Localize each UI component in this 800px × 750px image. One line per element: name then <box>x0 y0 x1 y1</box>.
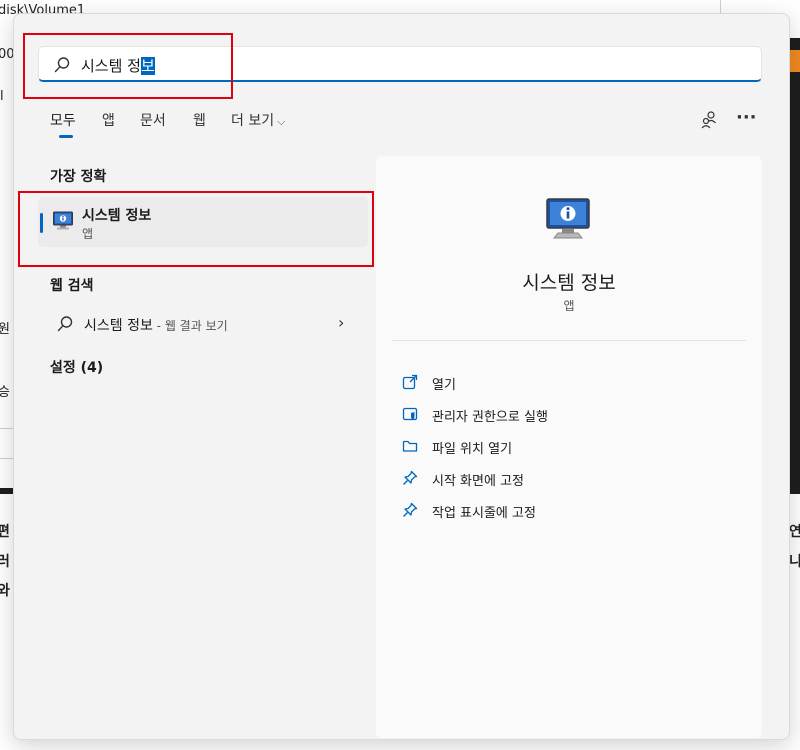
search-panel: 시스템 정보 모두 앱 문서 웹 더 보기 ⌵ ··· 가장 정확 시스템 정보… <box>13 13 790 740</box>
action-label: 시작 화면에 고정 <box>432 474 524 489</box>
tab-documents[interactable]: 문서 <box>140 110 166 130</box>
open-icon <box>402 374 418 390</box>
search-query-text: 시스템 정 <box>81 57 141 75</box>
bg-fragment: 원 <box>0 322 10 337</box>
chevron-down-icon: ⌵ <box>277 115 286 128</box>
detail-divider <box>392 340 746 341</box>
action-label: 관리자 권한으로 실행 <box>432 410 548 425</box>
bg-fragment: 편 <box>0 524 10 540</box>
best-match-subtitle: 앱 <box>82 227 94 241</box>
bg-fragment: 니 <box>789 554 800 570</box>
shield-icon <box>402 407 418 421</box>
web-search-suffix: - 웹 결과 보기 <box>152 319 228 333</box>
action-open[interactable]: 열기 <box>402 372 742 394</box>
web-search-query: 시스템 정보 <box>84 318 153 334</box>
settings-header[interactable]: 설정 (4) <box>50 357 103 377</box>
tab-active-indicator <box>59 135 73 138</box>
bg-fragment: 러 <box>0 554 10 570</box>
search-query-selection: 보 <box>140 57 155 75</box>
bg-dark-bar <box>0 488 14 494</box>
bg-divider <box>0 428 14 429</box>
bg-divider <box>720 0 721 14</box>
system-info-icon <box>53 211 73 230</box>
action-label: 파일 위치 열기 <box>432 442 513 457</box>
web-search-item[interactable]: 시스템 정보 - 웹 결과 보기 › <box>38 309 368 339</box>
best-match-item[interactable]: 시스템 정보 앱 <box>38 197 368 247</box>
bg-fragment: 와 <box>0 583 10 599</box>
detail-pane: 시스템 정보 앱 열기 관리자 권한으로 실행 파일 위치 열기 시작 화면에 … <box>376 156 762 738</box>
search-query: 시스템 정보 <box>81 55 155 76</box>
tab-label: 더 보기 <box>231 113 275 129</box>
best-match-header: 가장 정확 <box>50 169 107 185</box>
web-search-text: 시스템 정보 - 웹 결과 보기 <box>84 315 228 335</box>
bg-fragment: 승 <box>0 385 10 400</box>
search-icon <box>54 57 70 73</box>
action-label: 작업 표시줄에 고정 <box>432 506 536 521</box>
action-label: 열기 <box>432 378 456 393</box>
system-info-icon <box>546 198 590 239</box>
search-icon <box>57 316 73 332</box>
web-search-header: 웹 검색 <box>50 278 94 294</box>
tab-apps[interactable]: 앱 <box>102 110 115 130</box>
more-options-icon[interactable]: ··· <box>736 109 758 131</box>
tab-all[interactable]: 모두 <box>50 110 76 138</box>
bg-fragment: 연 <box>789 524 800 540</box>
bg-fragment: l <box>0 89 4 104</box>
pin-icon <box>403 502 418 517</box>
action-run-as-admin[interactable]: 관리자 권한으로 실행 <box>402 404 742 426</box>
tab-label: 모두 <box>50 113 76 129</box>
account-switch-icon[interactable] <box>698 109 720 131</box>
detail-subtitle: 앱 <box>563 299 575 313</box>
action-pin-to-taskbar[interactable]: 작업 표시줄에 고정 <box>402 500 742 522</box>
selection-accent <box>40 213 43 233</box>
search-input[interactable]: 시스템 정보 <box>38 46 762 82</box>
pin-icon <box>403 470 418 485</box>
tab-web[interactable]: 웹 <box>193 110 206 130</box>
folder-icon <box>402 440 418 452</box>
action-open-file-location[interactable]: 파일 위치 열기 <box>402 436 742 458</box>
detail-title: 시스템 정보 <box>522 272 616 294</box>
bg-divider <box>0 458 14 459</box>
action-pin-to-start[interactable]: 시작 화면에 고정 <box>402 468 742 490</box>
tab-more[interactable]: 더 보기 ⌵ <box>231 110 285 130</box>
best-match-title: 시스템 정보 <box>82 208 152 224</box>
chevron-right-icon: › <box>338 313 345 332</box>
